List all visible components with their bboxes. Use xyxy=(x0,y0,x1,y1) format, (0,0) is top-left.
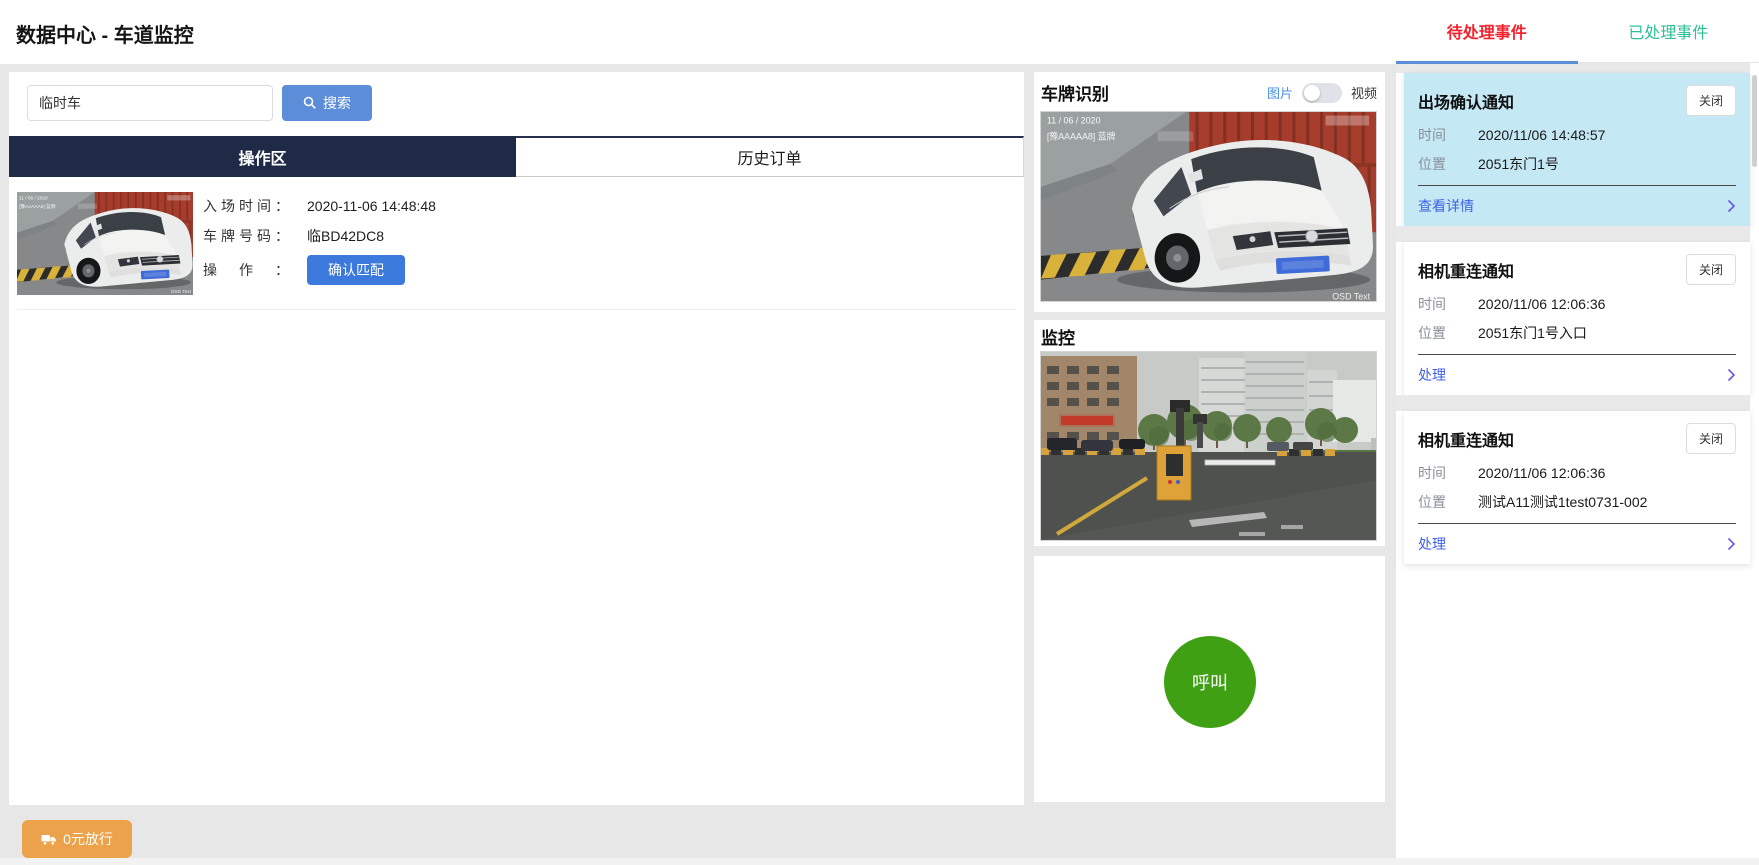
tab-history-orders[interactable]: 历史订单 xyxy=(516,136,1024,177)
handle-link[interactable]: 处理 xyxy=(1418,365,1446,385)
close-button[interactable]: 关闭 xyxy=(1686,423,1736,454)
location-value: 2051东门1号入口 xyxy=(1478,323,1587,343)
tab-processed-events[interactable]: 已处理事件 xyxy=(1578,0,1759,62)
chevron-right-icon[interactable] xyxy=(1727,199,1736,213)
search-icon xyxy=(303,96,317,110)
operation-panel: 搜索 操作区 历史订单 入场时间： 2020-11-06 14:48:48 车牌… xyxy=(9,72,1024,805)
entry-fields: 入场时间： 2020-11-06 14:48:48 车牌号码： 临BD42DC8… xyxy=(203,192,436,295)
time-label: 时间 xyxy=(1418,463,1464,483)
location-label: 位置 xyxy=(1418,323,1464,343)
time-value: 2020/11/06 12:06:36 xyxy=(1478,465,1605,481)
plate-recognition-header: 车牌识别 图片 视频 xyxy=(1034,72,1385,105)
search-button[interactable]: 搜索 xyxy=(282,85,372,121)
chevron-right-icon[interactable] xyxy=(1727,368,1736,382)
monitor-card: 监控 xyxy=(1034,320,1385,546)
event-card-exit-confirm: 出场确认通知 关闭 时间 2020/11/06 14:48:57 位置 2051… xyxy=(1404,73,1750,226)
plate-recognition-card: 车牌识别 图片 视频 xyxy=(1034,72,1385,312)
event-card-camera-reconnect-2: 相机重连通知 关闭 时间 2020/11/06 12:06:36 位置 测试A1… xyxy=(1404,411,1750,564)
image-video-toggle[interactable] xyxy=(1302,83,1342,103)
sidebar-scrollbar-thumb[interactable] xyxy=(1752,75,1757,167)
plate-number-label: 车牌号码： xyxy=(203,226,289,246)
tab-pending-events[interactable]: 待处理事件 xyxy=(1396,0,1578,62)
event-action-row: 处理 xyxy=(1418,355,1736,385)
events-sidebar: 待处理事件 已处理事件 出场确认通知 关闭 时间 2020/11/06 14:4… xyxy=(1396,0,1759,858)
plate-number-row: 车牌号码： 临BD42DC8 xyxy=(203,225,436,247)
call-card: 呼叫 xyxy=(1034,556,1385,802)
entry-time-value: 2020-11-06 14:48:48 xyxy=(307,198,436,214)
action-label: 操作： xyxy=(203,260,289,280)
close-button[interactable]: 关闭 xyxy=(1686,254,1736,285)
event-card-header: 相机重连通知 关闭 xyxy=(1418,423,1736,454)
location-label: 位置 xyxy=(1418,154,1464,174)
toggle-knob xyxy=(1304,85,1320,101)
event-action-row: 查看详情 xyxy=(1418,186,1736,216)
entry-time-label: 入场时间： xyxy=(203,196,289,216)
call-button[interactable]: 呼叫 xyxy=(1164,636,1256,728)
zero-yuan-release-button[interactable]: 0元放行 xyxy=(22,820,132,858)
events-tabs: 待处理事件 已处理事件 xyxy=(1396,0,1759,63)
mode-video-label[interactable]: 视频 xyxy=(1351,83,1377,102)
plate-camera-photo xyxy=(1040,111,1377,302)
action-row: 操作： 确认匹配 xyxy=(203,255,436,285)
event-action-row: 处理 xyxy=(1418,524,1736,554)
chevron-right-icon[interactable] xyxy=(1727,537,1736,551)
release-button-label: 0元放行 xyxy=(63,829,113,849)
search-input[interactable] xyxy=(27,85,273,121)
monitor-camera-photo xyxy=(1040,351,1377,541)
event-title: 相机重连通知 xyxy=(1418,254,1514,282)
event-time-row: 时间 2020/11/06 14:48:57 xyxy=(1418,125,1736,145)
time-value: 2020/11/06 12:06:36 xyxy=(1478,296,1605,312)
time-value: 2020/11/06 14:48:57 xyxy=(1478,127,1605,143)
time-label: 时间 xyxy=(1418,125,1464,145)
sidebar-gap xyxy=(1396,226,1750,242)
event-location-row: 位置 2051东门1号 xyxy=(1418,154,1736,174)
entry-vehicle-photo xyxy=(17,192,193,295)
lane-monitoring-app: 11 / 06 / 2020 [豫AAAAA8] 蓝牌 OSD Text xyxy=(0,0,1759,865)
tab-operation-area[interactable]: 操作区 xyxy=(9,136,516,177)
event-title: 出场确认通知 xyxy=(1418,85,1514,113)
location-value: 测试A11测试1test0731-002 xyxy=(1478,492,1647,512)
page-title: 数据中心 - 车道监控 xyxy=(0,0,1396,48)
search-row: 搜索 xyxy=(9,72,1024,121)
view-details-link[interactable]: 查看详情 xyxy=(1418,196,1474,216)
location-value: 2051东门1号 xyxy=(1478,154,1559,174)
search-button-label: 搜索 xyxy=(323,93,351,113)
monitor-title: 监控 xyxy=(1034,320,1385,349)
sidebar-gap xyxy=(1396,395,1750,411)
event-card-camera-reconnect-1: 相机重连通知 关闭 时间 2020/11/06 12:06:36 位置 2051… xyxy=(1404,242,1750,395)
vehicle-entry-row: 入场时间： 2020-11-06 14:48:48 车牌号码： 临BD42DC8… xyxy=(17,192,1016,310)
confirm-match-button[interactable]: 确认匹配 xyxy=(307,255,405,285)
event-location-row: 位置 2051东门1号入口 xyxy=(1418,323,1736,343)
sidebar-gap xyxy=(1396,63,1750,73)
event-location-row: 位置 测试A11测试1test0731-002 xyxy=(1418,492,1736,512)
event-card-header: 出场确认通知 关闭 xyxy=(1418,85,1736,116)
top-header: 数据中心 - 车道监控 xyxy=(0,0,1396,64)
truck-icon xyxy=(41,833,57,846)
operation-tabs: 操作区 历史订单 xyxy=(9,136,1024,177)
event-time-row: 时间 2020/11/06 12:06:36 xyxy=(1418,463,1736,483)
mode-image-label[interactable]: 图片 xyxy=(1267,83,1293,102)
plate-recognition-title: 车牌识别 xyxy=(1041,80,1109,105)
event-time-row: 时间 2020/11/06 12:06:36 xyxy=(1418,294,1736,314)
media-mode-switch-row: 图片 视频 xyxy=(1267,83,1377,103)
plate-number-value: 临BD42DC8 xyxy=(307,226,384,246)
entry-time-row: 入场时间： 2020-11-06 14:48:48 xyxy=(203,195,436,217)
event-title: 相机重连通知 xyxy=(1418,423,1514,451)
location-label: 位置 xyxy=(1418,492,1464,512)
event-card-header: 相机重连通知 关闭 xyxy=(1418,254,1736,285)
bottom-strip xyxy=(0,858,1759,865)
close-button[interactable]: 关闭 xyxy=(1686,85,1736,116)
handle-link[interactable]: 处理 xyxy=(1418,534,1446,554)
time-label: 时间 xyxy=(1418,294,1464,314)
